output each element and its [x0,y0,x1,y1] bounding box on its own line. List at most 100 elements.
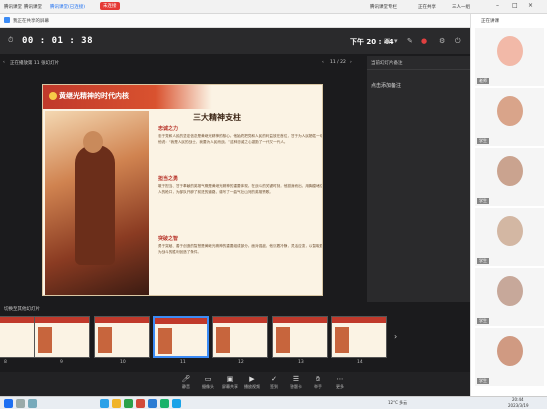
slide-thumbnail[interactable] [0,316,38,358]
taskbar-time: 20:44 [512,397,524,402]
avatar [497,156,523,186]
hand-icon: ✋︎ [316,375,320,383]
slide-thumbnail-active[interactable] [153,316,209,358]
raise-hand-button[interactable]: ✋︎ 举手 [307,375,329,390]
taskview-icon[interactable] [28,399,37,408]
avatar [497,216,523,246]
video-icon: ▶ [249,375,255,383]
avatar [497,276,523,306]
section-2-title: 担当之勇 [158,176,179,182]
app-name: 腾讯课堂 [4,5,22,10]
current-slide[interactable]: 黄继光精神的时代内核 三大精神支柱 忠诚之力 忠于党和人民的坚定信念是黄继光精神… [42,84,323,296]
bottom-toolbar: 🎤︎ 静音 ▭ 摄像头 ▣ 屏幕共享 ▶ 播放视频 ✓ 签到 ☰ 答题卡 ✋︎ 举手 ⋯ 更多 [0,372,470,396]
chevron-right-icon[interactable]: › [394,332,397,341]
checkin-button[interactable]: ✓ 签到 [263,375,285,390]
minimize-icon[interactable]: – [496,2,499,9]
avatar [497,96,523,126]
more-button[interactable]: ⋯ 更多 [329,375,351,390]
checkin-icon: ✓ [271,375,277,383]
thumbnail-number: 8 [4,360,7,365]
start-icon[interactable] [4,399,13,408]
screen-share-button[interactable]: ▣ 屏幕共享 [219,375,241,390]
camera-button[interactable]: ▭ 摄像头 [197,375,219,390]
tab-1[interactable]: 腾讯课堂 [24,4,42,10]
taskbar-date: 2023/3/19 [508,403,529,408]
thumbnail-number: 12 [238,360,244,365]
star-icon [49,92,57,100]
share-title-bar: 我正在共享的屏幕 [0,14,470,28]
section-1-text: 忠于党和人民的坚定信念是黄继光精神的核心。他始终把党和人民的利益放在首位，甘于为… [158,134,323,144]
quiz-icon: ☰ [292,375,300,383]
display-icon[interactable]: ▣ [384,38,391,45]
timer-bar: ⏱ 00 : 01 : 38 下午 20 : 44 ▣ ▾ ✎ ● ⚙ ⏻ [0,28,470,54]
slide-header-title: 黄继光精神的时代内核 [59,92,129,100]
tencent-classroom-icon[interactable] [172,399,181,408]
slide-thumbnail[interactable] [272,316,328,358]
word-icon[interactable] [148,399,157,408]
slide-thumbnail[interactable] [34,316,90,358]
video-tile[interactable]: 学生 [475,208,544,266]
record-icon[interactable]: ● [421,38,427,45]
edge-icon[interactable] [100,399,109,408]
video-tile[interactable]: 学生 [475,148,544,206]
thumbnail-number: 13 [298,360,304,365]
section-3-title: 突破之智 [158,236,179,242]
folder-icon[interactable] [112,399,121,408]
pen-icon[interactable]: ✎ [407,38,413,45]
settings-icon[interactable]: ⚙ [439,38,445,45]
camera-icon: ▭ [204,375,212,383]
app-title-bar: 腾讯课堂 腾讯课堂 腾讯课堂(已连接) 未连接 腾讯课堂专栏 正在共享 三人一组… [0,0,547,14]
share-icon [4,17,10,23]
notes-input[interactable]: 点击添加备注 [371,82,401,89]
mic-icon: 🎤︎ [181,375,191,383]
thumbs-header: 切换至其他幻灯片 [4,307,40,312]
timer-icon: ⏱ [8,36,14,44]
back-icon[interactable]: ‹ [3,60,5,65]
mic-button[interactable]: 🎤︎ 静音 [175,375,197,390]
prev-page-icon[interactable]: ‹ [322,60,324,65]
avatar [497,36,523,66]
section-3-text: 勇于突破、善于创造的智慧是黄继光精神的重要组成部分。面对强敌，他沉着冷静，灵活应… [158,244,323,254]
chrome-icon[interactable] [124,399,133,408]
header-link-2[interactable]: 正在共享 [418,4,436,10]
slide-thumbnail[interactable] [212,316,268,358]
slide-thumbnail[interactable] [94,316,150,358]
more-icon: ⋯ [336,375,344,383]
video-tile[interactable]: 学生 [475,88,544,146]
video-tile[interactable]: 学生 [475,328,544,386]
chevron-down-icon[interactable]: ▾ [394,38,398,45]
video-tile[interactable]: 老师 [475,28,544,86]
os-taskbar: 12°C 多云 20:44 2023/3/19 [0,396,547,409]
header-link-3[interactable]: 三人一组 [452,4,470,10]
slide-thumbnail[interactable] [331,316,387,358]
thumbnail-number: 9 [60,360,63,365]
powerpoint-icon[interactable] [136,399,145,408]
wechat-icon[interactable] [160,399,169,408]
video-tile[interactable]: 学生 [475,268,544,326]
thumbnail-number: 11 [180,360,186,365]
power-icon[interactable]: ⏻ [455,38,461,45]
page-indicator: 11 / 22 [330,60,346,65]
section-2-text: 敢于担当、甘于奉献的英雄气概是黄继光精神的重要体现。在战斗的关键时刻，他挺身而出… [158,184,323,194]
share-title: 我正在共享的屏幕 [13,19,49,24]
presenter-bar: ‹ 正在播放第 11 张幻灯片 ‹ 11 / 22 › [0,56,365,70]
search-icon[interactable] [16,399,25,408]
next-page-icon[interactable]: › [350,60,352,65]
video-column-title: 正在讲课 [481,19,499,24]
weather: 12°C 多云 [388,400,408,405]
video-column: 正在讲课 老师 学生 学生 学生 学生 学生 [470,14,547,396]
close-icon[interactable]: × [528,2,533,9]
play-video-button[interactable]: ▶ 播放视频 [241,375,263,390]
maximize-icon[interactable]: □ [512,2,518,9]
screen-icon: ▣ [226,375,234,383]
notes-header: 当前幻灯片备注 [371,61,403,66]
thumbnail-number: 14 [357,360,363,365]
quiz-button[interactable]: ☰ 答题卡 [285,375,307,390]
tab-2[interactable]: 腾讯课堂(已连接) [50,4,85,10]
elapsed-timer: 00 : 01 : 38 [22,36,94,46]
hero-illustration [45,111,149,295]
slide-main-title: 三大精神支柱 [193,113,241,122]
status-badge: 未连接 [100,2,120,10]
presenter-title: 正在播放第 11 张幻灯片 [10,61,60,66]
header-link-1[interactable]: 腾讯课堂专栏 [370,4,397,10]
